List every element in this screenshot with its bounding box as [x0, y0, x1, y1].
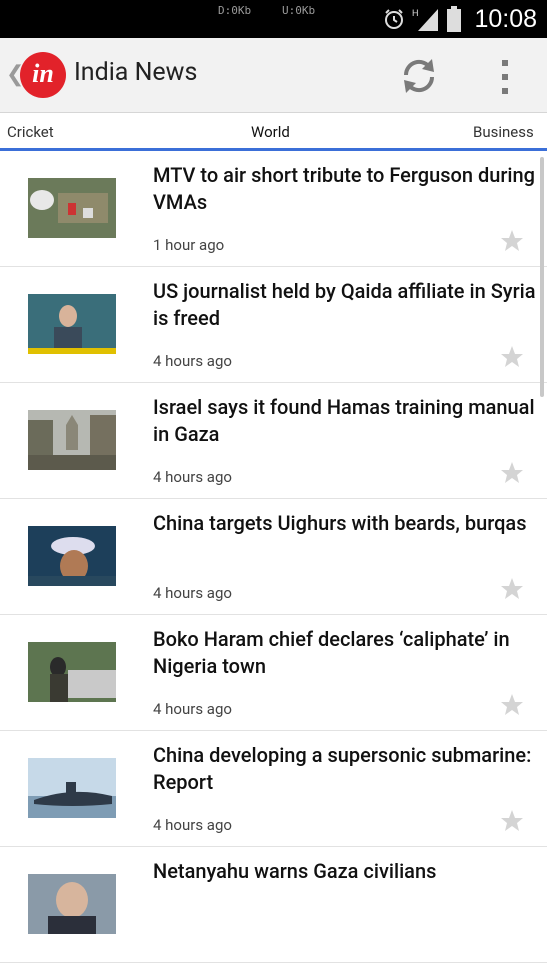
star-icon[interactable]	[500, 229, 524, 253]
star-icon[interactable]	[500, 693, 524, 717]
news-item[interactable]: China targets Uighurs with beards, burqa…	[0, 499, 547, 615]
news-time: 4 hours ago	[153, 700, 232, 718]
scrollbar[interactable]	[540, 157, 544, 397]
tab-world[interactable]: World	[251, 123, 290, 141]
app-logo[interactable]: in	[20, 52, 66, 98]
news-thumbnail	[28, 526, 116, 586]
signal-icon: H	[412, 8, 439, 31]
status-bar: D:0Kb U:0Kb H 10:08	[0, 0, 547, 38]
news-time: 4 hours ago	[153, 816, 232, 834]
news-thumbnail	[28, 410, 116, 470]
star-icon[interactable]	[500, 809, 524, 833]
upload-speed: U:0Kb	[282, 4, 316, 17]
news-thumbnail	[28, 874, 116, 934]
news-headline[interactable]: MTV to air short tribute to Ferguson dur…	[153, 162, 543, 216]
news-item[interactable]: Netanyahu warns Gaza civilians	[0, 847, 547, 963]
tab-business[interactable]: Business	[473, 123, 534, 141]
alarm-icon	[385, 9, 404, 29]
news-headline[interactable]: US journalist held by Qaida affiliate in…	[153, 278, 543, 332]
download-speed: D:0Kb	[218, 4, 252, 17]
news-item[interactable]: MTV to air short tribute to Ferguson dur…	[0, 151, 547, 267]
battery-icon	[447, 6, 462, 32]
news-item[interactable]: US journalist held by Qaida affiliate in…	[0, 267, 547, 383]
action-bar: ❮ in India News	[0, 38, 547, 113]
clock: 10:08	[474, 4, 537, 33]
news-thumbnail	[28, 758, 116, 818]
news-thumbnail	[28, 294, 116, 354]
svg-text:H: H	[412, 8, 419, 18]
refresh-icon[interactable]	[398, 55, 440, 97]
news-time: 1 hour ago	[153, 236, 225, 254]
tab-bar: Cricket World Business	[0, 113, 547, 149]
news-headline[interactable]: Netanyahu warns Gaza civilians	[153, 858, 543, 885]
news-list[interactable]: MTV to air short tribute to Ferguson dur…	[0, 151, 547, 963]
news-headline[interactable]: Israel says it found Hamas training manu…	[153, 394, 543, 448]
news-headline[interactable]: China targets Uighurs with beards, burqa…	[153, 510, 543, 537]
news-item[interactable]: Israel says it found Hamas training manu…	[0, 383, 547, 499]
star-icon[interactable]	[500, 461, 524, 485]
news-item[interactable]: China developing a supersonic submarine:…	[0, 731, 547, 847]
news-time: 4 hours ago	[153, 584, 232, 602]
tab-cricket[interactable]: Cricket	[7, 123, 54, 141]
news-thumbnail	[28, 178, 116, 238]
more-vertical-icon[interactable]	[494, 56, 516, 98]
news-thumbnail	[28, 642, 116, 702]
news-headline[interactable]: Boko Haram chief declares ‘caliphate’ in…	[153, 626, 543, 680]
star-icon[interactable]	[500, 577, 524, 601]
app-title: India News	[74, 58, 198, 87]
news-time: 4 hours ago	[153, 352, 232, 370]
news-time: 4 hours ago	[153, 468, 232, 486]
news-item[interactable]: Boko Haram chief declares ‘caliphate’ in…	[0, 615, 547, 731]
star-icon[interactable]	[500, 345, 524, 369]
news-headline[interactable]: China developing a supersonic submarine:…	[153, 742, 543, 796]
